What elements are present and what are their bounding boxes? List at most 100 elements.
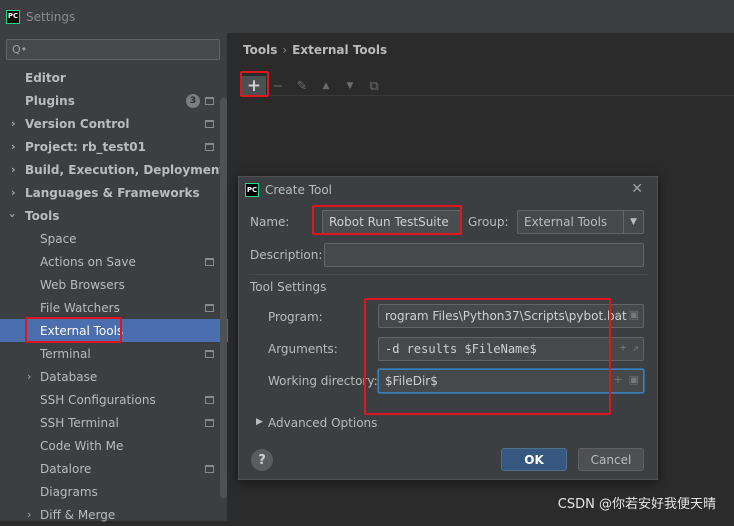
move-up-button[interactable]: ▲ [314, 76, 338, 96]
tools-list-divider [242, 95, 734, 96]
remove-tool-button[interactable]: − [266, 76, 290, 96]
chevron-right-icon[interactable]: ▶ [256, 417, 263, 427]
cancel-button[interactable]: Cancel [578, 448, 644, 471]
highlight-name-field [312, 205, 462, 235]
sidebar-item-ssh-terminal[interactable]: SSH Terminal [0, 411, 228, 434]
sidebar-item-label: Version Control [25, 116, 130, 131]
settings-sidebar: Q• Editor Plugins 3 › Version Control › … [0, 33, 228, 522]
insert-macro-icon[interactable]: + [613, 308, 622, 321]
breadcrumb: Tools › External Tools [243, 43, 387, 57]
edit-tool-button[interactable]: ✎ [290, 76, 314, 96]
move-down-button[interactable]: ▼ [338, 76, 362, 96]
sidebar-item-web-browsers[interactable]: Web Browsers [0, 273, 228, 296]
title-bar: PC Settings [0, 0, 734, 33]
chevron-right-icon[interactable]: › [11, 186, 16, 199]
sidebar-item-label: SSH Configurations [40, 392, 156, 407]
folder-icon[interactable]: ▣ [629, 373, 639, 386]
plugins-update-badge: 3 [186, 93, 200, 108]
field-actions: + ↗ [620, 341, 639, 354]
sidebar-item-label: Space [40, 231, 77, 246]
chevron-right-icon[interactable]: › [27, 508, 31, 521]
project-settings-icon [205, 349, 214, 358]
advanced-options-toggle[interactable]: Advanced Options [268, 416, 377, 430]
project-settings-icon [205, 303, 214, 312]
field-actions: + ▣ [613, 373, 639, 386]
sidebar-item-editor[interactable]: Editor [0, 66, 228, 89]
highlight-add-button [240, 71, 269, 97]
project-settings-icon [205, 96, 214, 105]
sidebar-item-tools[interactable]: › Tools [0, 204, 228, 227]
sidebar-item-label: Editor [25, 70, 66, 85]
sidebar-item-label: SSH Terminal [40, 415, 119, 430]
sidebar-item-label: Database [40, 369, 98, 384]
insert-macro-icon[interactable]: + [620, 341, 627, 354]
pycharm-logo-icon: PC [6, 9, 20, 24]
folder-icon[interactable]: ▣ [629, 308, 639, 321]
project-settings-icon [205, 257, 214, 266]
group-select[interactable]: External Tools ▼ [517, 210, 644, 234]
group-value: External Tools [524, 215, 608, 229]
help-button[interactable]: ? [251, 449, 273, 471]
divider [249, 274, 649, 275]
project-settings-icon [205, 418, 214, 427]
sidebar-item-label: Datalore [40, 461, 92, 476]
sidebar-item-label: Diff & Merge [40, 507, 116, 522]
chevron-down-icon[interactable]: › [6, 213, 19, 218]
pycharm-logo-icon: PC [245, 183, 259, 197]
sidebar-item-languages[interactable]: › Languages & Frameworks [0, 181, 228, 204]
dialog-title: Create Tool [265, 183, 332, 197]
sidebar-item-plugins[interactable]: Plugins 3 [0, 89, 228, 112]
watermark: CSDN @你若安好我便天晴 [557, 497, 716, 512]
sidebar-item-label: Diagrams [40, 484, 98, 499]
group-label: Group: [468, 215, 509, 229]
insert-macro-icon[interactable]: + [613, 373, 622, 386]
window-title: Settings [26, 9, 76, 24]
sidebar-item-code-with-me[interactable]: Code With Me [0, 434, 228, 457]
close-icon[interactable]: ✕ [631, 181, 643, 197]
project-settings-icon [205, 119, 214, 128]
dialog-title-bar: PC Create Tool [245, 183, 332, 197]
ok-button[interactable]: OK [501, 448, 567, 471]
breadcrumb-parent[interactable]: Tools [243, 43, 277, 57]
expand-icon[interactable]: ↗ [632, 341, 639, 354]
sidebar-item-actions-on-save[interactable]: Actions on Save [0, 250, 228, 273]
chevron-down-icon[interactable]: ▼ [623, 211, 643, 233]
arguments-label: Arguments: [268, 342, 338, 356]
search-icon: Q• [12, 43, 28, 56]
chevron-right-icon[interactable]: › [11, 117, 16, 130]
chevron-right-icon[interactable]: › [11, 163, 16, 176]
sidebar-item-database[interactable]: › Database [0, 365, 228, 388]
sidebar-item-space[interactable]: Space [0, 227, 228, 250]
sidebar-item-diff-merge[interactable]: › Diff & Merge [0, 503, 228, 526]
sidebar-item-label: Tools [25, 208, 60, 223]
program-label: Program: [268, 310, 323, 324]
sidebar-scrollbar[interactable] [220, 98, 227, 498]
breadcrumb-separator: › [282, 43, 288, 57]
sidebar-item-version-control[interactable]: › Version Control [0, 112, 228, 135]
sidebar-item-file-watchers[interactable]: File Watchers [0, 296, 228, 319]
tool-settings-heading: Tool Settings [250, 280, 327, 294]
sidebar-item-ssh-configurations[interactable]: SSH Configurations [0, 388, 228, 411]
copy-tool-button[interactable]: ⧉ [362, 76, 386, 96]
sidebar-item-label: Code With Me [40, 438, 124, 453]
sidebar-item-label: Plugins [25, 93, 75, 108]
project-settings-icon [205, 395, 214, 404]
working-directory-label: Working directory: [268, 374, 378, 388]
breadcrumb-current: External Tools [292, 43, 388, 57]
sidebar-item-datalore[interactable]: Datalore [0, 457, 228, 480]
highlight-tool-settings [364, 298, 611, 415]
search-input[interactable]: Q• [6, 39, 220, 60]
chevron-right-icon[interactable]: › [11, 140, 16, 153]
sidebar-item-label: Actions on Save [40, 254, 136, 269]
chevron-right-icon[interactable]: › [27, 370, 31, 383]
sidebar-item-label: Project: rb_test01 [25, 139, 146, 154]
sidebar-item-label: Web Browsers [40, 277, 125, 292]
sidebar-item-label: File Watchers [40, 300, 120, 315]
sidebar-item-label: Build, Execution, Deployment [25, 162, 226, 177]
description-field[interactable] [324, 243, 644, 267]
sidebar-item-build[interactable]: › Build, Execution, Deployment [0, 158, 228, 181]
sidebar-item-project[interactable]: › Project: rb_test01 [0, 135, 228, 158]
sidebar-item-diagrams[interactable]: Diagrams [0, 480, 228, 503]
name-label: Name: [250, 215, 290, 229]
sidebar-item-terminal[interactable]: Terminal [0, 342, 228, 365]
